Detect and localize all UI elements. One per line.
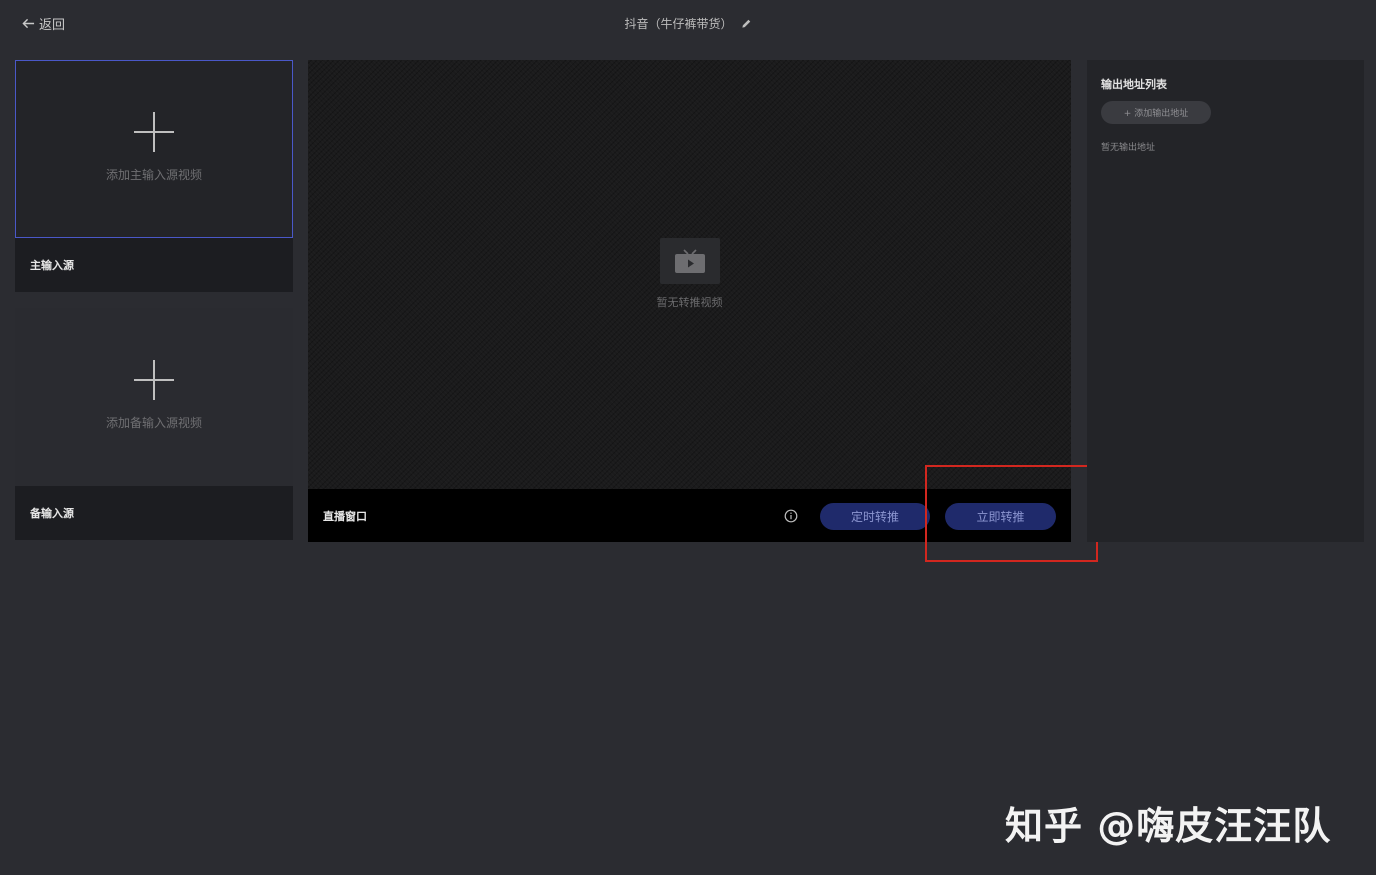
add-main-source-button[interactable]: 添加主输入源视频 <box>15 60 293 238</box>
add-output-address-button[interactable]: + 添加输出地址 <box>1101 101 1211 124</box>
preview-empty-state: 暂无转推视频 <box>308 238 1071 310</box>
add-backup-source-label: 添加备输入源视频 <box>105 415 202 430</box>
add-main-source-label: 添加主输入源视频 <box>105 167 202 182</box>
output-empty-text: 暂无输出地址 <box>1101 143 1156 153</box>
info-icon[interactable] <box>784 509 798 523</box>
live-window-title: 直播窗口 <box>323 509 367 523</box>
main-source-title: 主输入源 <box>15 238 293 292</box>
output-panel-title: 输出地址列表 <box>1101 78 1167 91</box>
page-title: 抖音（牛仔裤带货） <box>624 16 733 31</box>
pencil-icon[interactable] <box>741 18 752 29</box>
page-title-wrap: 抖音（牛仔裤带货） <box>0 14 1376 32</box>
backup-source-card: 添加备输入源视频 备输入源 <box>15 308 293 540</box>
output-address-panel: 输出地址列表 + 添加输出地址 暂无输出地址 <box>1087 60 1364 542</box>
add-backup-source-button[interactable]: 添加备输入源视频 <box>15 308 293 486</box>
tv-icon <box>674 249 705 273</box>
preview-empty-text: 暂无转推视频 <box>656 296 723 309</box>
main-source-card: 添加主输入源视频 主输入源 <box>15 60 293 292</box>
backup-source-title: 备输入源 <box>15 486 293 540</box>
tv-icon-box <box>659 238 720 284</box>
preview-screen: 暂无转推视频 <box>308 60 1071 489</box>
header: 返回 抖音（牛仔裤带货） <box>0 0 1376 46</box>
plus-icon <box>134 111 174 152</box>
plus-icon <box>134 359 174 400</box>
schedule-push-button[interactable]: 定时转推 <box>820 503 930 530</box>
highlight-box <box>925 465 1098 562</box>
watermark: 知乎 @嗨皮汪汪队 <box>1005 804 1332 848</box>
